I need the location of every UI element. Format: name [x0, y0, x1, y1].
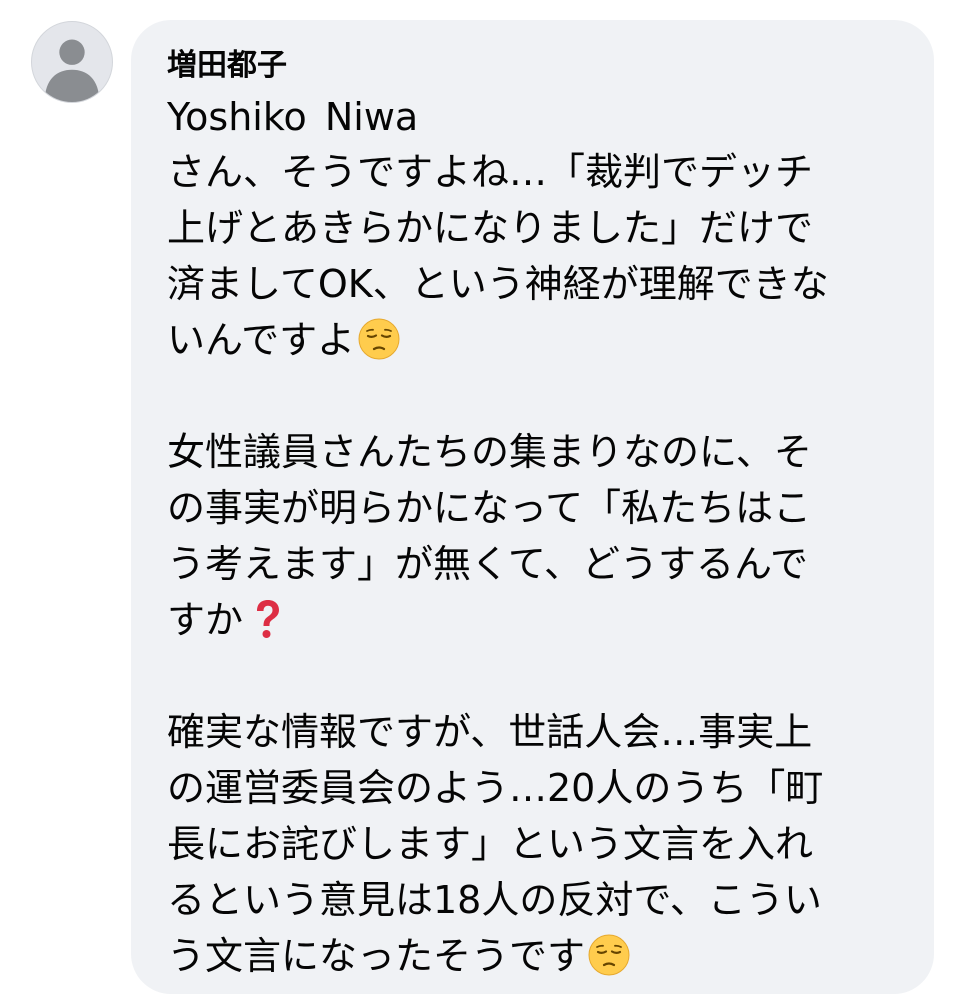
comment-text-line: の事実が明らかになって「私たちはこ: [167, 486, 812, 530]
comment-text-line: の運営委員会のよう…20人のうち「町: [167, 766, 824, 810]
comment-text-line: 確実な情報ですが、世話人会…事実上: [167, 710, 813, 754]
comment-paragraph-2: 女性議員さんたちの集まりなのに、そ の事実が明らかになって「私たちはこ う考えま…: [167, 424, 904, 648]
pensive-face-icon: [587, 933, 631, 977]
avatar[interactable]: [31, 21, 113, 103]
comment-paragraph-3: 確実な情報ですが、世話人会…事実上 の運営委員会のよう…20人のうち「町 長にお…: [167, 704, 904, 984]
default-user-avatar-icon: [44, 39, 100, 102]
mentioned-user-link[interactable]: Yoshiko Niwa: [167, 90, 904, 144]
comment-paragraph-1: さん、そうですよね…「裁判でデッチ 上げとあきらかになりました」だけで 済まして…: [167, 144, 904, 368]
comment-text-line: 済ましてOK、という神経が理解できな: [167, 262, 829, 306]
comment-text-line: 長にお詫びします」という文言を入れ: [167, 822, 814, 866]
comment-text-line: さん、そうですよね…「裁判でデッチ: [167, 150, 814, 194]
comment-text-line: う考えます」が無くて、どうするんで: [167, 542, 809, 586]
red-question-mark-icon: [245, 597, 289, 641]
comment-text-line: すか: [167, 598, 244, 642]
comment-text-line: るという意見は18人の反対で、こうい: [167, 878, 822, 922]
comment-text-line: う文言になったそうです: [167, 934, 586, 978]
comment-text-line: いんですよ: [167, 318, 356, 362]
comment-bubble: 増田都子 Yoshiko Niwa さん、そうですよね…「裁判でデッチ 上げとあ…: [131, 20, 934, 994]
comment-text-line: 女性議員さんたちの集まりなのに、そ: [167, 430, 812, 474]
comment-text-line: 上げとあきらかになりました」だけで: [167, 206, 814, 250]
pensive-face-icon: [357, 317, 401, 361]
comment-author-name[interactable]: 増田都子: [167, 44, 904, 88]
